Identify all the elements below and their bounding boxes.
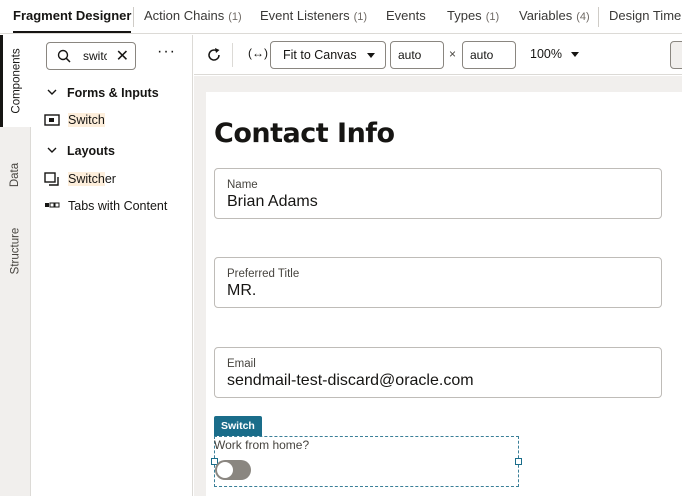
top-tab-bar: Fragment Designer Action Chains (1) Event… (0, 0, 682, 34)
components-panel: switch ✕ ··· Forms & Inputs Switch Layou… (31, 35, 193, 496)
component-item-switcher[interactable]: Switch er (44, 172, 116, 186)
item-label-rest: er (104, 172, 116, 186)
chevron-down-icon (47, 144, 57, 154)
item-label-match: Switch (68, 113, 105, 127)
height-input[interactable]: auto (462, 41, 516, 69)
page-title: Contact Info (214, 118, 395, 149)
tab-design-time[interactable]: Design Time (609, 0, 682, 33)
preferred-title-field[interactable]: Preferred Title MR. (214, 257, 662, 308)
field-label: Name (227, 179, 258, 191)
width-input[interactable]: auto (390, 41, 444, 69)
tab-count: (4) (576, 11, 590, 23)
fit-to-canvas-dropdown[interactable]: Fit to Canvas (270, 41, 386, 69)
resize-handle-right[interactable] (515, 458, 522, 465)
tab-events[interactable]: Events (386, 0, 426, 33)
tab-label: Design Time (609, 8, 682, 23)
component-search-input[interactable]: switch ✕ (46, 42, 136, 70)
name-field[interactable]: Name Brian Adams (214, 168, 662, 219)
more-options-icon[interactable]: ··· (157, 44, 176, 60)
tab-label: Types (447, 8, 482, 23)
tab-variables[interactable]: Variables (4) (519, 0, 590, 33)
field-label: Preferred Title (227, 268, 300, 280)
width-value: auto (398, 48, 422, 62)
chevron-down-icon (47, 86, 57, 96)
tab-count: (1) (485, 11, 500, 23)
side-tab-strip: Components Data Structure (0, 35, 31, 496)
tab-label: Event Listeners (260, 8, 350, 23)
tab-types[interactable]: Types (1) (447, 0, 500, 33)
tab-count: (1) (228, 11, 242, 23)
section-label: Layouts (67, 144, 115, 158)
tab-label: Action Chains (144, 8, 225, 23)
side-tab-components[interactable]: Components (0, 35, 31, 127)
selected-component-tag: Switch (214, 416, 262, 436)
section-label: Forms & Inputs (67, 86, 159, 100)
tab-count: (1) (353, 11, 368, 23)
clear-search-icon[interactable]: ✕ (116, 46, 129, 66)
tab-event-listeners[interactable]: Event Listeners (1) (260, 0, 368, 33)
zoom-level[interactable]: 100% (530, 47, 562, 61)
refresh-icon[interactable] (206, 47, 222, 68)
tabs-component-icon (44, 199, 60, 213)
side-tab-data[interactable]: Data (0, 143, 31, 207)
work-from-home-switch[interactable] (215, 460, 251, 480)
tab-action-chains[interactable]: Action Chains (1) (144, 0, 242, 33)
side-tab-label: Components (11, 48, 23, 114)
caret-down-icon (367, 53, 375, 58)
search-icon (57, 49, 71, 68)
search-query-text: switch (83, 49, 107, 63)
dimension-times-sign: × (449, 47, 457, 61)
switch-component-icon (44, 113, 60, 127)
field-label: Email (227, 358, 256, 370)
email-field[interactable]: Email sendmail-test-discard@oracle.com (214, 347, 662, 398)
toolbar-overflow-button[interactable] (670, 41, 682, 69)
side-tab-structure[interactable]: Structure (0, 215, 31, 287)
section-forms-inputs[interactable]: Forms & Inputs (47, 86, 159, 100)
field-value: sendmail-test-discard@oracle.com (227, 372, 474, 389)
component-item-tabs-with-content[interactable]: Tabs with Content (44, 199, 167, 213)
tab-fragment-designer[interactable]: Fragment Designer (13, 0, 132, 33)
item-label: Tabs with Content (68, 199, 168, 213)
height-value: auto (470, 48, 494, 62)
side-tab-label: Structure (9, 227, 22, 275)
switcher-component-icon (44, 172, 60, 186)
tab-label: Variables (519, 8, 573, 23)
item-label-match: Switch (68, 172, 105, 186)
section-layouts[interactable]: Layouts (47, 144, 115, 158)
tab-label: Fragment Designer (13, 8, 132, 23)
zoom-caret-down-icon[interactable] (571, 52, 579, 57)
tab-label: Events (386, 8, 426, 23)
fit-to-canvas-label: Fit to Canvas (283, 48, 357, 62)
designer-toolbar: (↔) Fit to Canvas auto × auto 100% (194, 35, 682, 75)
switch-knob (217, 462, 233, 478)
side-tab-label: Data (9, 162, 22, 188)
responsive-width-icon[interactable]: (↔) (248, 46, 268, 60)
component-item-switch[interactable]: Switch (44, 113, 105, 127)
tab-separator (133, 7, 134, 27)
switch-label: Work from home? (214, 438, 310, 452)
toolbar-divider (232, 43, 233, 67)
field-value: Brian Adams (227, 193, 318, 210)
field-value: MR. (227, 282, 257, 299)
tab-separator (598, 7, 599, 27)
